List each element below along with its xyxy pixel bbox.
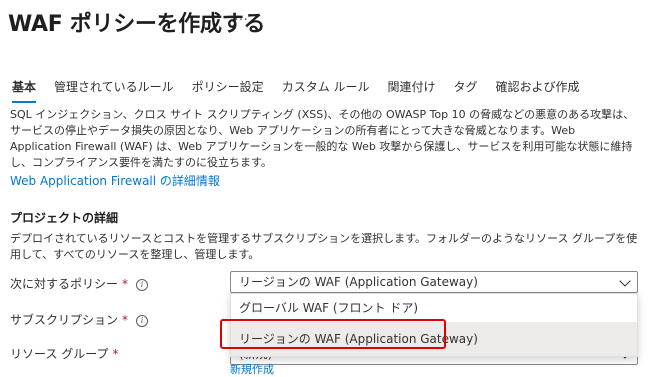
page-title: WAF ポリシーを作成する — [8, 12, 266, 37]
required-mark: * — [112, 347, 119, 361]
resource-group-label: リソース グループ * — [10, 345, 119, 362]
tab-policy-settings[interactable]: ポリシー設定 — [192, 78, 264, 103]
page-description: SQL インジェクション、クロス サイト スクリプティング (XSS)、その他の… — [10, 108, 635, 169]
project-details-description: デプロイされているリソースとコストを管理するサブスクリプションを選択します。フォ… — [10, 232, 638, 261]
info-icon[interactable]: i — [136, 279, 149, 291]
subscription-label-text: サブスクリプション — [10, 313, 119, 327]
tab-review-create[interactable]: 確認および作成 — [496, 78, 580, 103]
more-options-icon[interactable]: … — [234, 8, 249, 24]
learn-more-link[interactable]: Web Application Firewall の詳細情報 — [10, 172, 220, 189]
tab-tags[interactable]: タグ — [454, 78, 478, 103]
info-icon[interactable]: i — [136, 315, 149, 327]
create-new-resource-group-link[interactable]: 新規作成 — [230, 361, 274, 377]
required-mark: * — [122, 277, 129, 291]
tab-managed-rules[interactable]: 管理されているルール — [54, 78, 174, 103]
dropdown-option-regional-waf[interactable]: リージョンの WAF (Application Gateway) — [231, 322, 637, 356]
dropdown-option-global-waf[interactable]: グローバル WAF (フロント ドア) — [231, 294, 637, 322]
tab-basics[interactable]: 基本 — [12, 78, 37, 103]
chevron-down-icon — [619, 275, 631, 287]
project-details-heading: プロジェクトの詳細 — [10, 211, 119, 225]
resource-group-label-text: リソース グループ — [10, 347, 109, 361]
policy-for-label-text: 次に対するポリシー — [10, 277, 119, 291]
policy-for-select[interactable]: リージョンの WAF (Application Gateway) — [230, 271, 638, 293]
tab-bar: 基本 管理されているルール ポリシー設定 カスタム ルール 関連付け タグ 確認… — [12, 78, 598, 103]
subscription-label: サブスクリプション * i — [10, 311, 149, 328]
policy-for-label: 次に対するポリシー * i — [10, 275, 149, 292]
tab-association[interactable]: 関連付け — [388, 78, 436, 103]
policy-for-dropdown: グローバル WAF (フロント ドア) リージョンの WAF (Applicat… — [230, 293, 638, 357]
policy-for-selected-value: リージョンの WAF (Application Gateway) — [239, 275, 478, 289]
required-mark: * — [122, 313, 129, 327]
tab-custom-rules[interactable]: カスタム ルール — [282, 78, 370, 103]
